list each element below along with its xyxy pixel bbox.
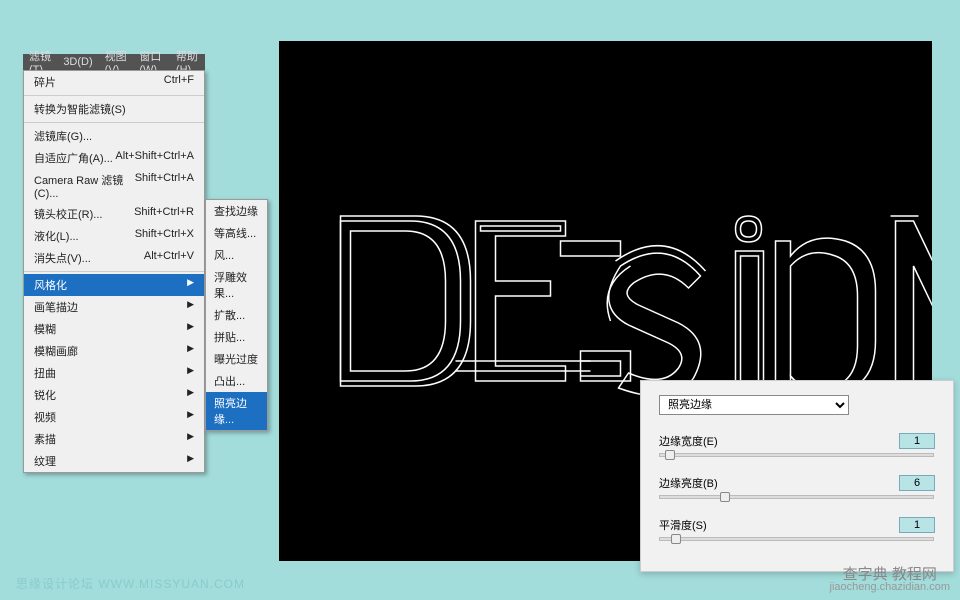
edge-width-label: 边缘宽度(E) bbox=[659, 433, 743, 449]
submenu-contour[interactable]: 等高线... bbox=[206, 222, 267, 244]
preset-select[interactable]: 照亮边缘 bbox=[659, 395, 849, 415]
edge-width-input[interactable] bbox=[899, 433, 935, 449]
watermark-left: 思缘设计论坛 WWW.MISSYUAN.COM bbox=[16, 575, 245, 592]
chevron-right-icon: ▶ bbox=[187, 277, 194, 293]
menu-item-convert-smart[interactable]: 转换为智能滤镜(S) bbox=[24, 98, 204, 120]
smoothness-input[interactable] bbox=[899, 517, 935, 533]
separator bbox=[24, 122, 204, 123]
chevron-right-icon: ▶ bbox=[187, 409, 194, 425]
submenu-wind[interactable]: 风... bbox=[206, 244, 267, 266]
smoothness-label: 平滑度(S) bbox=[659, 517, 743, 533]
menu-item-blur[interactable]: 模糊▶ bbox=[24, 318, 204, 340]
menu-item-vanishing-point[interactable]: 消失点(V)...Alt+Ctrl+V bbox=[24, 247, 204, 269]
submenu-glowing-edges[interactable]: 照亮边缘... bbox=[206, 392, 267, 430]
menu-3d[interactable]: 3D(D) bbox=[57, 56, 98, 68]
menubar: 滤镜(T) 3D(D) 视图(V) 窗口(W) 帮助(H) bbox=[23, 54, 205, 70]
menu-item-filter-gallery[interactable]: 滤镜库(G)... bbox=[24, 125, 204, 147]
stylize-submenu: 查找边缘 等高线... 风... 浮雕效果... 扩散... 拼贴... 曝光过… bbox=[205, 199, 268, 431]
chevron-right-icon: ▶ bbox=[187, 299, 194, 315]
menu-item-camera-raw[interactable]: Camera Raw 滤镜(C)...Shift+Ctrl+A bbox=[24, 169, 204, 203]
menu-item-lens-correction[interactable]: 镜头校正(R)...Shift+Ctrl+R bbox=[24, 203, 204, 225]
submenu-find-edges[interactable]: 查找边缘 bbox=[206, 200, 267, 222]
menu-item-texture[interactable]: 纹理▶ bbox=[24, 450, 204, 472]
submenu-extrude[interactable]: 凸出... bbox=[206, 370, 267, 392]
chevron-right-icon: ▶ bbox=[187, 453, 194, 469]
chevron-right-icon: ▶ bbox=[187, 387, 194, 403]
menu-item-liquify[interactable]: 液化(L)...Shift+Ctrl+X bbox=[24, 225, 204, 247]
submenu-tiles[interactable]: 拼贴... bbox=[206, 326, 267, 348]
smoothness-slider[interactable] bbox=[659, 537, 934, 541]
glowing-edges-panel: 照亮边缘 边缘宽度(E) 边缘亮度(B) 平滑度(S) bbox=[640, 380, 954, 572]
chevron-right-icon: ▶ bbox=[187, 431, 194, 447]
separator bbox=[24, 95, 204, 96]
edge-brightness-input[interactable] bbox=[899, 475, 935, 491]
menu-item-sketch[interactable]: 素描▶ bbox=[24, 428, 204, 450]
menu-item-brush-strokes[interactable]: 画笔描边▶ bbox=[24, 296, 204, 318]
edge-width-slider[interactable] bbox=[659, 453, 934, 457]
chevron-right-icon: ▶ bbox=[187, 343, 194, 359]
submenu-solarize[interactable]: 曝光过度 bbox=[206, 348, 267, 370]
menu-item-stylize[interactable]: 风格化▶ bbox=[24, 274, 204, 296]
submenu-emboss[interactable]: 浮雕效果... bbox=[206, 266, 267, 304]
chevron-right-icon: ▶ bbox=[187, 321, 194, 337]
edge-brightness-slider[interactable] bbox=[659, 495, 934, 499]
edge-brightness-label: 边缘亮度(B) bbox=[659, 475, 743, 491]
separator bbox=[24, 271, 204, 272]
menu-item-last-filter[interactable]: 碎片Ctrl+F bbox=[24, 71, 204, 93]
watermark-right: 查字典 教程网 jiaocheng.chazidian.com bbox=[830, 568, 950, 594]
menu-item-distort[interactable]: 扭曲▶ bbox=[24, 362, 204, 384]
menu-item-sharpen[interactable]: 锐化▶ bbox=[24, 384, 204, 406]
menu-item-blur-gallery[interactable]: 模糊画廊▶ bbox=[24, 340, 204, 362]
submenu-diffuse[interactable]: 扩散... bbox=[206, 304, 267, 326]
chevron-right-icon: ▶ bbox=[187, 365, 194, 381]
filter-dropdown: 碎片Ctrl+F 转换为智能滤镜(S) 滤镜库(G)... 自适应广角(A)..… bbox=[23, 70, 205, 473]
menu-item-adaptive-wide[interactable]: 自适应广角(A)...Alt+Shift+Ctrl+A bbox=[24, 147, 204, 169]
menu-item-video[interactable]: 视频▶ bbox=[24, 406, 204, 428]
